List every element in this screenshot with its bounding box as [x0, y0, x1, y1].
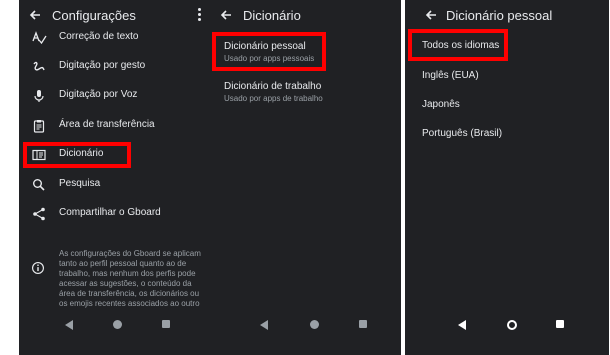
settings-item-label: Digitação por Voz — [59, 89, 138, 100]
search-icon — [33, 179, 45, 191]
settings-item-search[interactable]: Pesquisa — [19, 174, 210, 196]
settings-item-label: Correção de texto — [59, 31, 139, 42]
settings-item-share[interactable]: Compartilhar o Gboard — [19, 203, 210, 225]
dictionary-screen: Dicionário Dicionário pessoal Usado por … — [210, 0, 401, 355]
back-arrow-icon[interactable] — [27, 7, 43, 23]
nav-back-icon[interactable] — [260, 320, 268, 330]
language-item-japanese[interactable]: Japonês — [422, 99, 460, 110]
highlight-box — [212, 32, 326, 71]
settings-item-label: Área de transferência — [59, 119, 155, 130]
system-nav-bar — [405, 312, 609, 336]
page-title: Dicionário — [243, 8, 301, 23]
clipboard-icon — [33, 120, 45, 133]
nav-back-icon[interactable] — [65, 320, 73, 330]
system-nav-bar — [210, 312, 401, 336]
system-nav-bar — [19, 312, 210, 336]
back-arrow-icon[interactable] — [218, 7, 234, 23]
spellcheck-icon — [32, 31, 47, 45]
app-bar: Configurações — [19, 0, 210, 30]
app-bar: Dicionário pessoal — [405, 0, 609, 30]
nav-back-icon[interactable] — [458, 320, 466, 330]
settings-item-spellcheck[interactable]: Correção de texto — [19, 27, 210, 49]
language-item-portuguese-br[interactable]: Português (Brasil) — [422, 128, 502, 139]
work-dictionary-item[interactable]: Dicionário de trabalho Usado por apps de… — [224, 81, 323, 103]
nav-recents-icon[interactable] — [359, 320, 367, 328]
highlight-box — [23, 142, 131, 168]
item-subtitle: Usado por apps de trabalho — [224, 94, 323, 103]
language-item-english-us[interactable]: Inglês (EUA) — [422, 70, 479, 81]
personal-dictionary-screen: Dicionário pessoal Todos os idiomas Ingl… — [405, 0, 609, 355]
info-icon — [32, 262, 44, 274]
page-title: Configurações — [52, 8, 136, 23]
settings-item-voice[interactable]: Digitação por Voz — [19, 85, 210, 107]
share-icon — [33, 207, 45, 221]
nav-home-icon[interactable] — [507, 320, 517, 330]
app-bar: Dicionário — [210, 0, 401, 30]
item-title: Dicionário de trabalho — [224, 81, 322, 92]
back-arrow-icon[interactable] — [423, 7, 439, 23]
gesture-icon — [33, 61, 45, 71]
page-title: Dicionário pessoal — [446, 8, 553, 23]
more-options-icon[interactable] — [198, 8, 202, 22]
microphone-icon — [34, 90, 44, 102]
nav-recents-icon[interactable] — [162, 320, 170, 328]
profile-info-text: As configurações do Gboard se aplicam ta… — [59, 249, 201, 308]
nav-recents-icon[interactable] — [556, 320, 564, 328]
settings-screen: Configurações Correção de texto Digitaçã… — [19, 0, 210, 355]
nav-home-icon[interactable] — [310, 320, 319, 329]
settings-item-label: Pesquisa — [59, 178, 101, 189]
settings-item-gesture[interactable]: Digitação por gesto — [19, 56, 210, 78]
settings-item-clipboard[interactable]: Área de transferência — [19, 115, 210, 137]
highlight-box — [408, 29, 508, 61]
settings-item-label: Digitação por gesto — [59, 60, 146, 71]
settings-item-label: Compartilhar o Gboard — [59, 207, 161, 218]
nav-home-icon[interactable] — [113, 320, 122, 329]
